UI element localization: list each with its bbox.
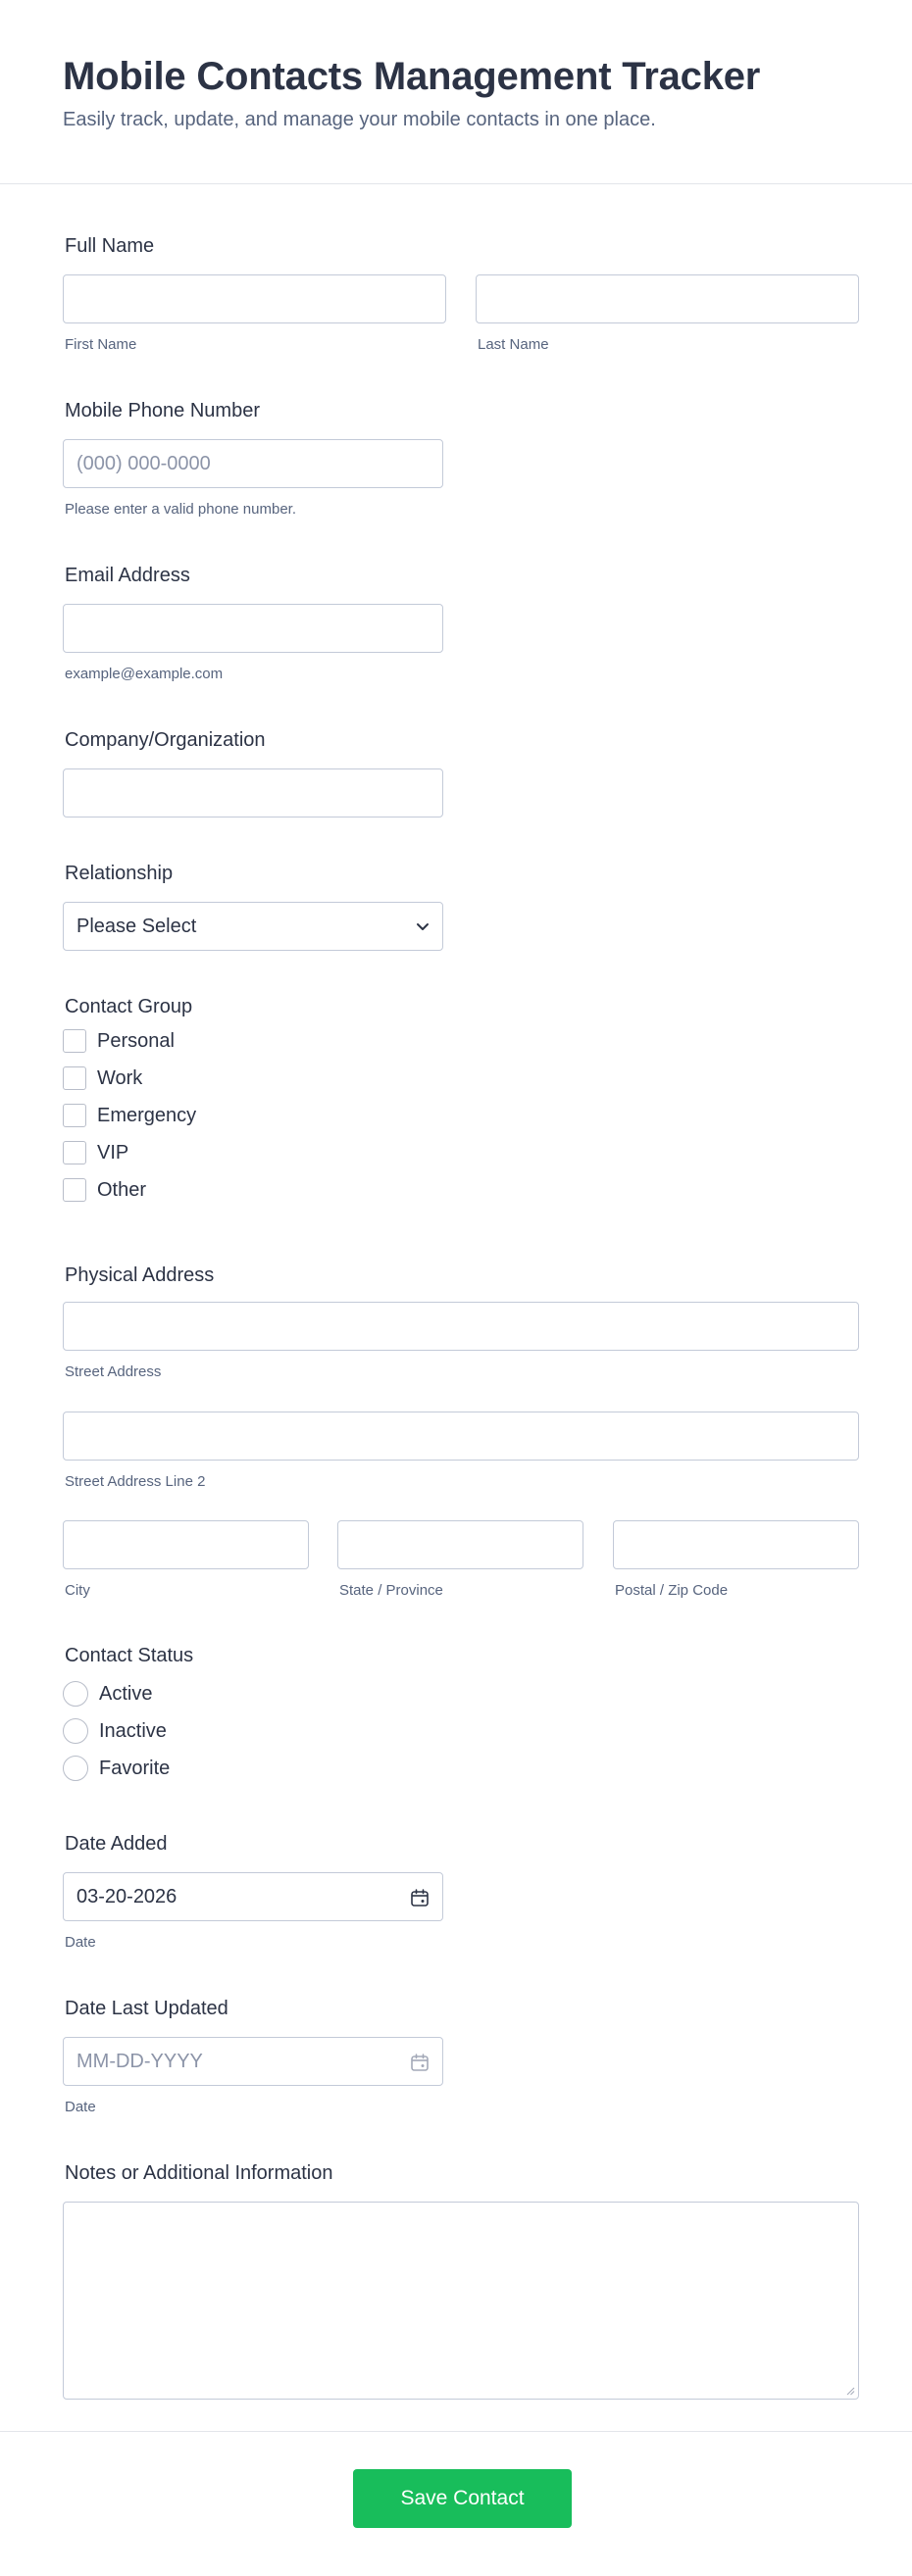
form-page: Mobile Contacts Management Tracker Easil… [0, 0, 912, 2576]
date-added-label: Date Added [65, 1833, 168, 1855]
radio-button[interactable] [63, 1681, 88, 1707]
zip-sublabel: Postal / Zip Code [615, 1582, 729, 1599]
checkbox-option-other[interactable]: Other [63, 1176, 146, 1204]
radio-button[interactable] [63, 1756, 88, 1781]
company-field: Company/Organization [63, 727, 859, 825]
address-field: Physical Address Street Address Street A… [63, 1263, 859, 1599]
email-sublabel: example@example.com [65, 666, 224, 682]
form-title: Mobile Contacts Management Tracker [63, 55, 761, 98]
save-contact-button[interactable]: Save Contact [353, 2469, 572, 2528]
relationship-selected: Please Select [76, 916, 197, 937]
relationship-field: Relationship Please Select [63, 861, 859, 959]
date-updated-sublabel: Date [65, 2099, 96, 2115]
date-added-value: 03-20-2026 [76, 1886, 177, 1907]
radio-label: Active [99, 1683, 153, 1705]
checkbox-label: Work [97, 1067, 143, 1089]
email-input[interactable] [63, 604, 443, 653]
first-name-sublabel: First Name [65, 336, 137, 353]
email-label: Email Address [65, 565, 190, 586]
checkbox-option-personal[interactable]: Personal [63, 1027, 175, 1055]
relationship-label: Relationship [65, 863, 174, 884]
form-footer: Save Contact [0, 2431, 912, 2576]
street-address-line2-input[interactable] [63, 1412, 859, 1461]
contact-status-field: Contact Status Active Inactive Favorite [63, 1643, 859, 1790]
email-field: Email Address example@example.com [63, 563, 859, 682]
relationship-select[interactable]: Please Select [63, 902, 443, 951]
street-address-input[interactable] [63, 1302, 859, 1351]
date-updated-input[interactable]: MM-DD-YYYY [63, 2037, 443, 2086]
date-updated-field: Date Last Updated MM-DD-YYYY Date [63, 1996, 859, 2123]
last-name-input[interactable] [476, 274, 859, 323]
checkbox-option-work[interactable]: Work [63, 1065, 142, 1092]
checkbox[interactable] [63, 1066, 86, 1090]
checkbox[interactable] [63, 1104, 86, 1127]
checkbox-label: VIP [97, 1142, 129, 1164]
checkbox[interactable] [63, 1029, 86, 1053]
phone-sublabel: Please enter a valid phone number. [65, 501, 296, 518]
city-input[interactable] [63, 1520, 309, 1569]
checkbox-option-vip[interactable]: VIP [63, 1139, 128, 1166]
date-added-input[interactable]: 03-20-2026 [63, 1872, 443, 1921]
full-name-label: Full Name [65, 235, 155, 257]
radio-button[interactable] [63, 1718, 88, 1744]
company-input[interactable] [63, 768, 443, 817]
company-label: Company/Organization [65, 729, 266, 751]
first-name-input[interactable] [63, 274, 446, 323]
phone-label: Mobile Phone Number [65, 400, 260, 421]
radio-option-favorite[interactable]: Favorite [63, 1755, 170, 1782]
radio-option-inactive[interactable]: Inactive [63, 1717, 167, 1745]
checkbox[interactable] [63, 1141, 86, 1164]
state-sublabel: State / Province [339, 1582, 443, 1599]
form-subtitle: Easily track, update, and manage your mo… [63, 109, 656, 130]
state-input[interactable] [337, 1520, 583, 1569]
zip-input[interactable] [613, 1520, 859, 1569]
address-label: Physical Address [65, 1264, 215, 1286]
radio-label: Inactive [99, 1720, 167, 1742]
radio-option-active[interactable]: Active [63, 1680, 152, 1708]
radio-label: Favorite [99, 1758, 171, 1779]
notes-textarea[interactable] [63, 2202, 859, 2400]
date-updated-label: Date Last Updated [65, 1998, 228, 2019]
calendar-icon[interactable] [409, 1887, 431, 1908]
notes-label: Notes or Additional Information [65, 2162, 333, 2184]
calendar-icon[interactable] [409, 2052, 431, 2073]
resize-handle-icon[interactable] [845, 2386, 855, 2396]
date-added-sublabel: Date [65, 1934, 96, 1951]
form-header: Mobile Contacts Management Tracker Easil… [0, 0, 912, 184]
last-name-sublabel: Last Name [478, 336, 549, 353]
date-updated-placeholder: MM-DD-YYYY [76, 2051, 203, 2072]
phone-input[interactable]: (000) 000-0000 [63, 439, 443, 488]
date-added-field: Date Added 03-20-2026 Date [63, 1831, 859, 1958]
contact-status-label: Contact Status [65, 1645, 194, 1666]
chevron-down-icon [417, 923, 429, 930]
checkbox-label: Emergency [97, 1105, 197, 1126]
street-address-line2-sublabel: Street Address Line 2 [65, 1473, 206, 1490]
city-sublabel: City [65, 1582, 90, 1599]
checkbox-label: Personal [97, 1030, 175, 1052]
notes-field: Notes or Additional Information [63, 2160, 859, 2405]
contact-group-label: Contact Group [65, 996, 193, 1017]
checkbox-label: Other [97, 1179, 147, 1201]
street-address-sublabel: Street Address [65, 1363, 162, 1380]
phone-placeholder: (000) 000-0000 [76, 453, 211, 474]
full-name-field: Full Name First Name Last Name [63, 233, 859, 353]
phone-field: Mobile Phone Number (000) 000-0000 Pleas… [63, 398, 859, 518]
checkbox[interactable] [63, 1178, 86, 1202]
contact-group-field: Contact Group Personal Work Emergency VI… [63, 994, 859, 1210]
checkbox-option-emergency[interactable]: Emergency [63, 1102, 196, 1129]
